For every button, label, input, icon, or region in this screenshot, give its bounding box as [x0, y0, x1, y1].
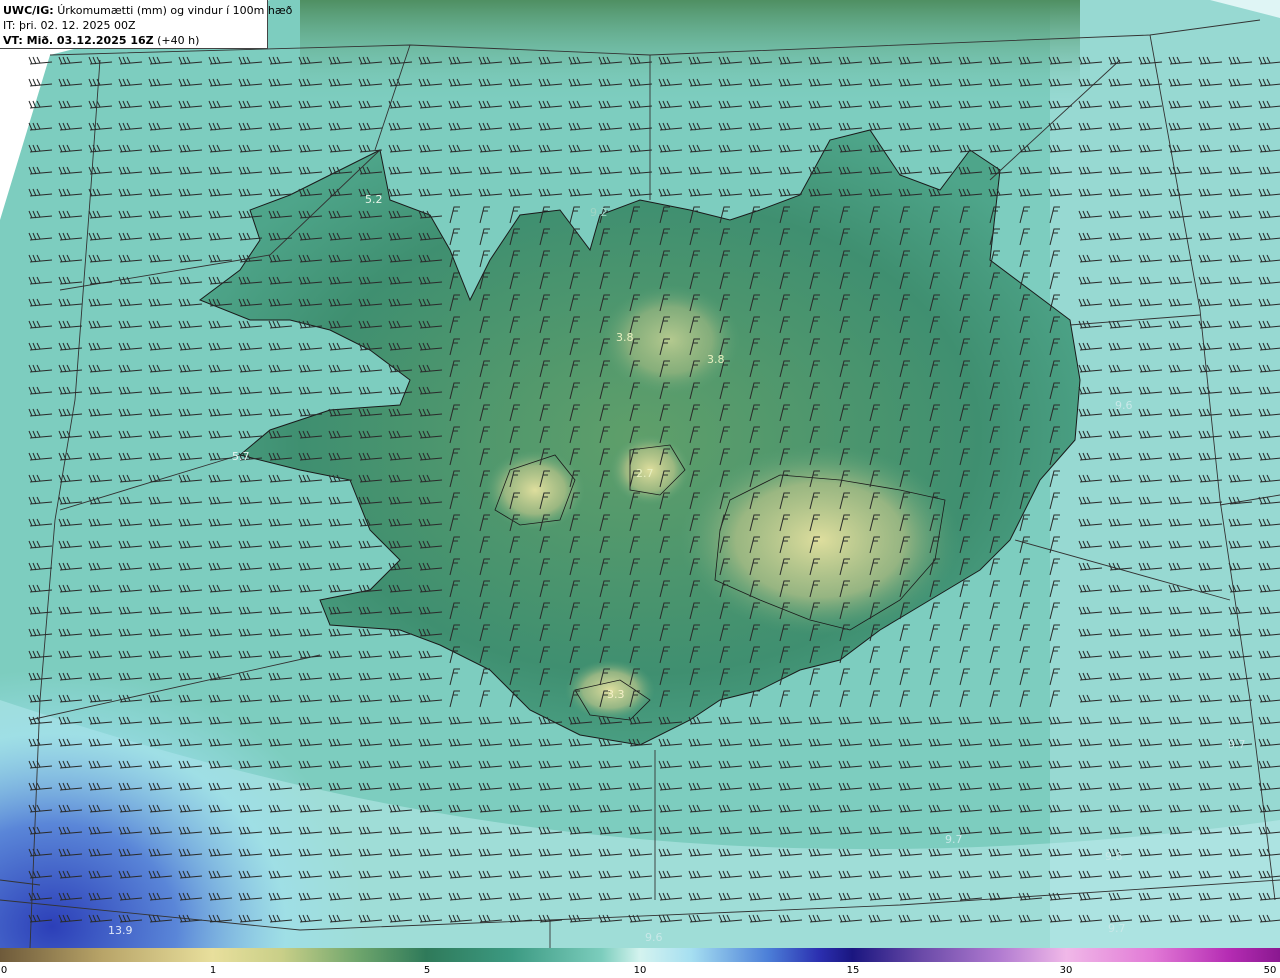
- map-label: 3.3: [607, 688, 625, 701]
- product-label: UWC/IG:: [3, 4, 54, 17]
- valid-time-line: VT: Mið. 03.12.2025 16Z (+40 h): [3, 33, 267, 48]
- map-label: 9.6: [1105, 850, 1123, 863]
- map-label: 9.2: [590, 206, 608, 219]
- map-label: 5.2: [365, 193, 383, 206]
- issue-time: IT: þri. 02. 12. 2025 00Z: [3, 19, 136, 32]
- colorbar-tick: 15: [846, 965, 860, 976]
- map-label: 5.7: [232, 450, 250, 463]
- northern-band: [300, 0, 1080, 100]
- map-label: 13.9: [108, 924, 133, 937]
- title-line: UWC/IG: Úrkomumætti (mm) og vindur í 100…: [3, 3, 292, 18]
- map-label: 2.7: [636, 467, 654, 480]
- precipitation-wind-map[interactable]: 5.2 9.2 3.8 3.8 9.6 5.7 2.7 3.3 9.7 9.7 …: [0, 0, 1280, 948]
- valid-time: VT: Mið. 03.12.2025 16Z: [3, 34, 154, 47]
- map-label: 9.6: [645, 931, 663, 944]
- map-info-box: UWC/IG: Úrkomumætti (mm) og vindur í 100…: [0, 0, 292, 49]
- dry-highlands-vatnajokull: [680, 445, 960, 635]
- map-label: 9.7: [1108, 922, 1126, 935]
- outer-light-band: [1050, 0, 1280, 948]
- map-label: 3.8: [616, 331, 634, 344]
- map-label: 9.7: [945, 833, 963, 846]
- map-title: Úrkomumætti (mm) og vindur í 100m hæð: [57, 4, 293, 17]
- map-label: 9.7: [1228, 738, 1246, 751]
- map-label: 9.6: [1115, 399, 1133, 412]
- lead-time: (+40 h): [157, 34, 200, 47]
- colorbar-strip: [0, 948, 1280, 962]
- colorbar-tick: 10: [633, 965, 647, 976]
- colorbar-tick: 1: [209, 965, 217, 976]
- colorbar: 0 1 5 10 15 30 50: [0, 948, 1280, 978]
- map-label: 3.8: [707, 353, 725, 366]
- colorbar-tick: 0: [0, 965, 8, 976]
- colorbar-tick: 30: [1059, 965, 1073, 976]
- colorbar-tick: 5: [423, 965, 431, 976]
- colorbar-tick: 50: [1263, 965, 1277, 976]
